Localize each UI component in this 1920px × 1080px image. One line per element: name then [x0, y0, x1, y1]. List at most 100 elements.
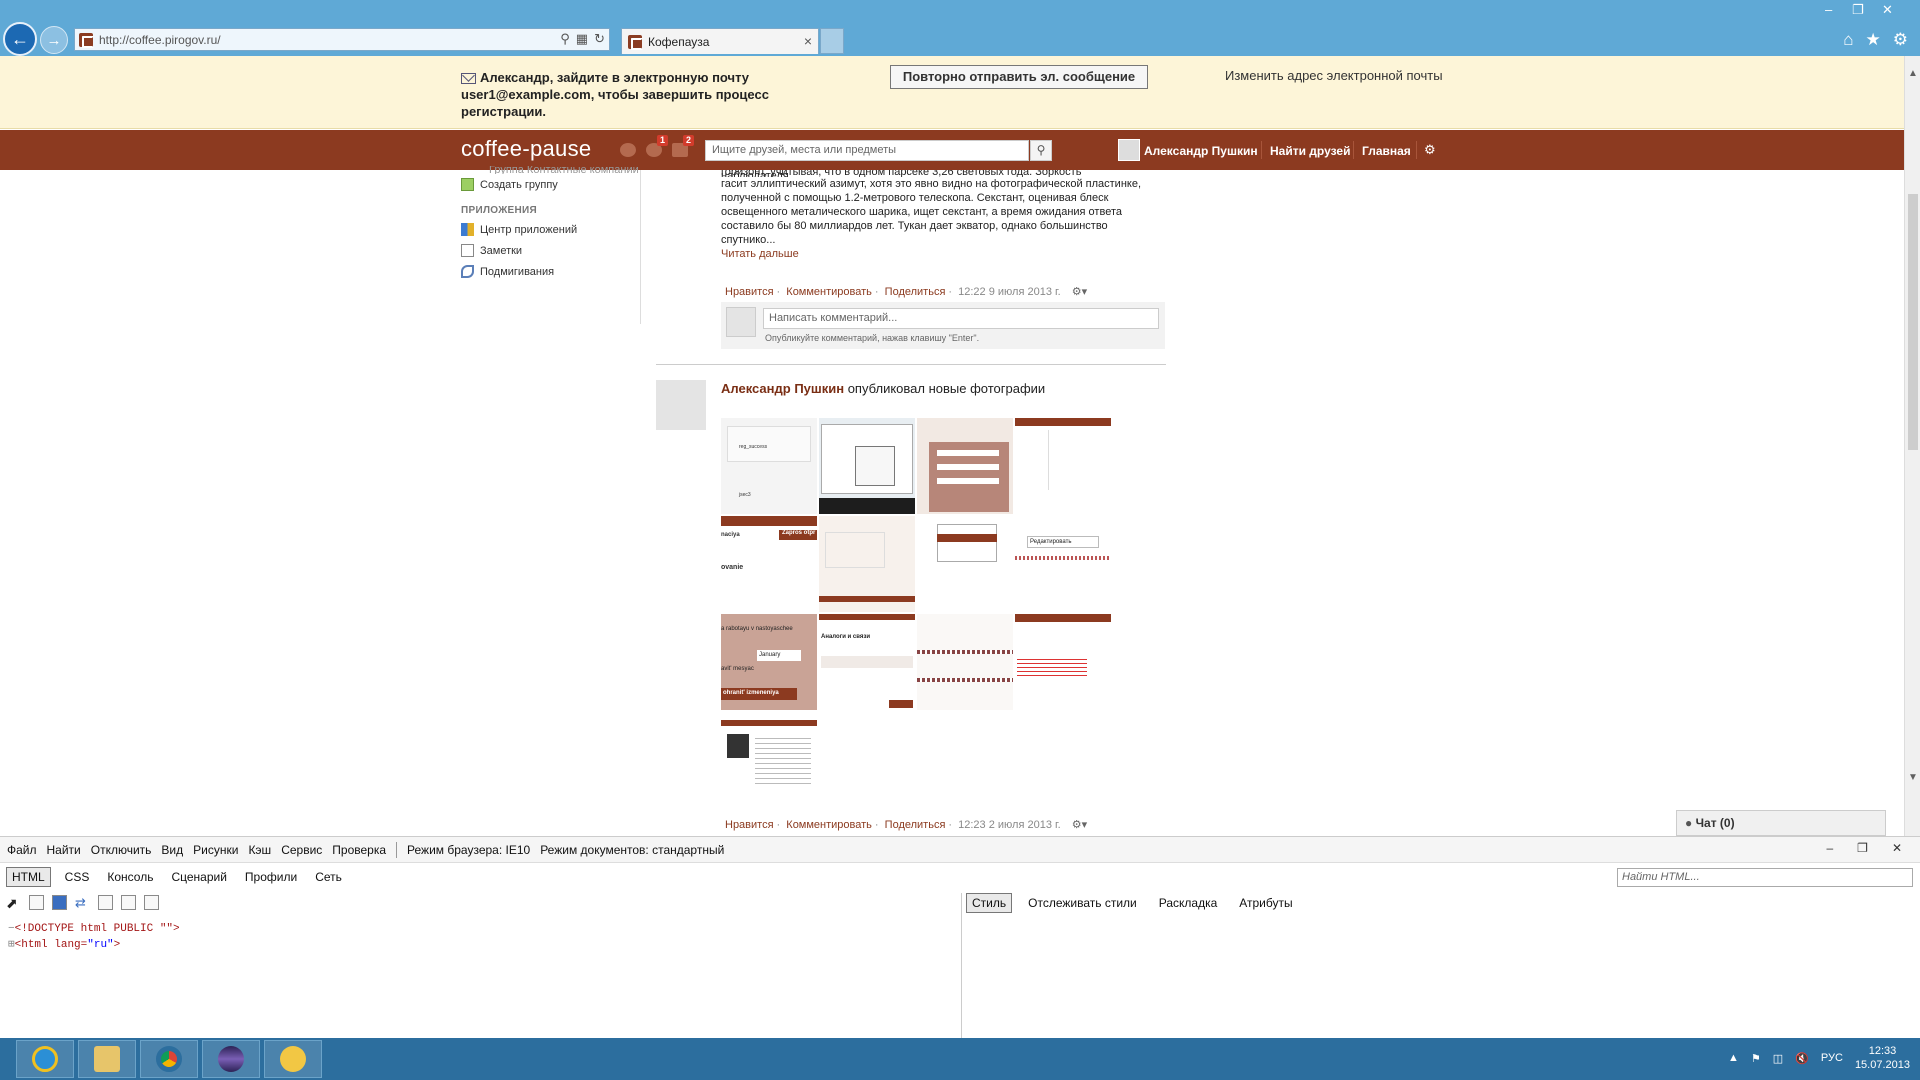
network-icon[interactable]: ◫	[1773, 1052, 1783, 1065]
photo-thumbnail[interactable]: Редактировать	[1015, 516, 1111, 612]
chat-bar[interactable]: ● Чат (0)	[1676, 810, 1886, 836]
devtools-menu-validate[interactable]: Проверка	[332, 843, 386, 857]
code-line-doctype[interactable]: −<!DOCTYPE html PUBLIC "">	[8, 921, 180, 937]
devtools-minimize-icon[interactable]: –	[1826, 841, 1833, 855]
system-clock[interactable]: 12:33 15.07.2013	[1855, 1044, 1910, 1072]
photo-thumbnail[interactable]: a rabotayu v nastoyaschee January avit' …	[721, 614, 817, 710]
post-timestamp[interactable]: 12:22 9 июля 2013 г.	[958, 286, 1061, 298]
site-logo[interactable]: coffee-pause	[461, 136, 591, 162]
privacy-icon[interactable]: ⚙▾	[1072, 819, 1087, 831]
sidebar-item-winks[interactable]: Подмигивания	[461, 261, 641, 282]
find-friends-link[interactable]: Найти друзей	[1270, 144, 1350, 158]
avatar[interactable]	[656, 380, 706, 430]
restore-icon[interactable]: ❐	[1852, 2, 1864, 18]
tab-css[interactable]: CSS	[65, 870, 90, 884]
photo-thumbnail[interactable]	[917, 516, 1013, 612]
action-center-flag-icon[interactable]: ⚑	[1751, 1052, 1761, 1065]
devtools-close-icon[interactable]: ✕	[1892, 841, 1902, 855]
home-icon[interactable]: ⌂	[1843, 30, 1853, 50]
devtools-menu-file[interactable]: Файл	[7, 843, 37, 857]
photo-thumbnail[interactable]	[917, 418, 1013, 514]
refresh-icon[interactable]: ↻	[594, 31, 605, 47]
devtools-menu-find[interactable]: Найти	[47, 843, 81, 857]
user-avatar[interactable]	[1118, 139, 1140, 161]
photo-thumbnail[interactable]	[819, 516, 915, 612]
photo-thumbnail[interactable]	[819, 418, 915, 514]
site-search-input[interactable]: Ищите друзей, места или предметы	[705, 140, 1029, 161]
taskbar-explorer-button[interactable]	[78, 1040, 136, 1078]
like-link[interactable]: Нравится	[725, 286, 774, 298]
browser-tab[interactable]: Кофепауза ×	[621, 28, 819, 54]
like-link[interactable]: Нравится	[725, 819, 774, 831]
close-window-icon[interactable]: ✕	[1882, 2, 1893, 18]
taskbar-eclipse-button[interactable]	[202, 1040, 260, 1078]
photo-thumbnail[interactable]	[1015, 614, 1111, 710]
share-link[interactable]: Поделиться	[885, 286, 946, 298]
tray-expand-icon[interactable]: ▲	[1728, 1052, 1739, 1064]
html-search-input[interactable]: Найти HTML...	[1617, 868, 1913, 887]
comment-link[interactable]: Комментировать	[786, 819, 872, 831]
photo-thumbnail[interactable]: reg_success jsec3	[721, 418, 817, 514]
devtools-menu-tools[interactable]: Сервис	[281, 843, 322, 857]
document-mode-menu[interactable]: Режим документов: стандартный	[540, 843, 724, 857]
friend-requests-icon[interactable]	[620, 143, 636, 157]
input-language[interactable]: РУС	[1821, 1052, 1843, 1064]
notifications-icon[interactable]: 2	[672, 135, 694, 157]
dom-icon[interactable]	[144, 895, 159, 910]
photo-thumbnail[interactable]	[917, 614, 1013, 710]
devtools-undock-icon[interactable]: ❐	[1857, 841, 1868, 855]
favorites-star-icon[interactable]: ★	[1866, 30, 1881, 50]
change-email-link[interactable]: Изменить адрес электронной почты	[1225, 68, 1443, 83]
clear-icon[interactable]	[29, 895, 44, 910]
comment-input[interactable]: Написать комментарий...	[763, 308, 1159, 329]
sidebar-item-app-center[interactable]: Центр приложений	[461, 219, 641, 240]
tab-trace-styles[interactable]: Отслеживать стили	[1028, 896, 1137, 913]
devtools-pane-divider[interactable]	[961, 893, 962, 1039]
new-tab-button[interactable]	[820, 28, 844, 54]
select-element-icon[interactable]: ⬈	[6, 895, 21, 911]
save-icon[interactable]	[52, 895, 67, 910]
post-timestamp[interactable]: 12:23 2 июля 2013 г.	[958, 819, 1061, 831]
edit-icon[interactable]	[121, 895, 136, 910]
resend-email-button[interactable]: Повторно отправить эл. сообщение	[890, 65, 1148, 89]
browser-mode-menu[interactable]: Режим браузера: IE10	[407, 843, 530, 857]
sidebar-item-notes[interactable]: Заметки	[461, 240, 641, 261]
gear-icon[interactable]: ⚙	[1893, 30, 1908, 50]
taskbar-chrome-button[interactable]	[140, 1040, 198, 1078]
taskbar-ie-button[interactable]	[16, 1040, 74, 1078]
devtools-menu-cache[interactable]: Кэш	[248, 843, 271, 857]
devtools-menu-view[interactable]: Вид	[161, 843, 183, 857]
tab-layout[interactable]: Раскладка	[1159, 896, 1218, 913]
devtools-menu-images[interactable]: Рисунки	[193, 843, 238, 857]
tab-close-icon[interactable]: ×	[804, 33, 812, 49]
scroll-thumb[interactable]	[1908, 194, 1918, 450]
home-link[interactable]: Главная	[1362, 144, 1411, 158]
settings-gear-icon[interactable]: ⚙	[1424, 142, 1436, 158]
photo-thumbnail[interactable]	[1015, 418, 1111, 514]
tab-script[interactable]: Сценарий	[171, 870, 226, 884]
refresh-icon[interactable]: ⇄	[75, 895, 90, 910]
scroll-down-icon[interactable]: ▼	[1908, 772, 1918, 783]
sidebar-item-partial[interactable]: Группа Контактные компании	[461, 166, 641, 174]
compat-view-icon[interactable]: ▦	[576, 31, 588, 47]
minimize-icon[interactable]: –	[1825, 2, 1832, 17]
read-more-link[interactable]: Читать дальше	[721, 248, 799, 260]
share-link[interactable]: Поделиться	[885, 819, 946, 831]
search-icon[interactable]: ⚲	[560, 31, 570, 47]
word-wrap-icon[interactable]	[98, 895, 113, 910]
user-profile-link[interactable]: Александр Пушкин	[1144, 144, 1258, 158]
taskbar-app-button[interactable]	[264, 1040, 322, 1078]
site-search-button[interactable]: ⚲	[1030, 140, 1052, 161]
photo-thumbnail[interactable]: naciya Zapros otpr ovanie	[721, 516, 817, 612]
photo-thumbnail[interactable]: Аналоги и связи	[819, 614, 915, 710]
tab-network[interactable]: Сеть	[315, 870, 342, 884]
tab-html[interactable]: HTML	[6, 866, 51, 887]
messages-icon[interactable]: 1	[646, 135, 668, 157]
comment-link[interactable]: Комментировать	[786, 286, 872, 298]
photo-thumbnail[interactable]	[721, 720, 817, 806]
tab-console[interactable]: Консоль	[107, 870, 153, 884]
tab-profiler[interactable]: Профили	[245, 870, 297, 884]
code-line-html[interactable]: ⊞<html lang="ru">	[8, 937, 180, 953]
devtools-menu-disable[interactable]: Отключить	[91, 843, 152, 857]
privacy-icon[interactable]: ⚙▾	[1072, 286, 1087, 298]
